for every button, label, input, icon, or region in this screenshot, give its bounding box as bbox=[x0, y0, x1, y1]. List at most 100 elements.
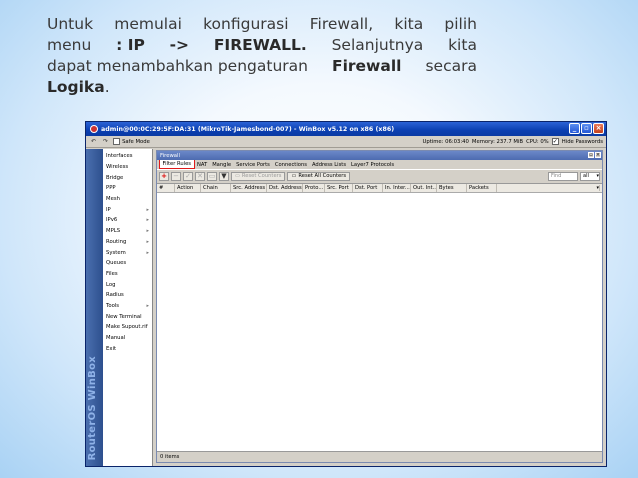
item-count: 0 items bbox=[160, 454, 180, 460]
word: Selanjutnya bbox=[331, 36, 424, 54]
uptime: Uptime: 06:03:40 bbox=[422, 138, 469, 145]
text-line-4: Logika. bbox=[47, 77, 477, 98]
title-bar[interactable]: admin@00:0C:29:5F:DA:31 (MikroTik-Jamesb… bbox=[86, 122, 606, 136]
reset-counters-button[interactable]: ▭ Reset Counters bbox=[231, 171, 286, 181]
column-header[interactable]: In. Inter... bbox=[383, 184, 411, 192]
menu-label: IP bbox=[106, 206, 111, 213]
firewall-title: Firewall bbox=[160, 152, 180, 159]
minimize-button[interactable]: _ bbox=[569, 123, 580, 134]
find-input[interactable]: Find bbox=[548, 171, 578, 181]
submenu-arrow-icon: ▸ bbox=[146, 206, 149, 213]
window-body: RouterOS WinBox Interfaces Wireless Brid… bbox=[86, 149, 606, 466]
column-header[interactable]: Src. Address bbox=[231, 184, 267, 192]
filter-select-value: all bbox=[583, 173, 589, 179]
menu-label: Exit bbox=[106, 345, 117, 352]
bold-firewall: Firewall bbox=[332, 57, 402, 75]
reset-all-counters-button[interactable]: ▭ Reset All Counters bbox=[287, 171, 351, 181]
column-header[interactable]: Dst. Port bbox=[353, 184, 383, 192]
menu-item-make-supout[interactable]: Make Supout.rif bbox=[103, 322, 152, 333]
firewall-close-button[interactable]: × bbox=[595, 152, 601, 158]
status-area: Uptime: 06:03:40 Memory: 237.7 MiB CPU: … bbox=[422, 138, 603, 145]
redo-icon[interactable]: ↷ bbox=[101, 138, 110, 145]
menu-item-ipv6[interactable]: IPv6 ▸ bbox=[103, 215, 152, 226]
memory: Memory: 237.7 MiB bbox=[471, 138, 524, 145]
menu-item-wireless[interactable]: Wireless bbox=[103, 162, 152, 173]
menu-path-ip: : IP bbox=[116, 36, 145, 54]
maximize-button[interactable]: ▫ bbox=[581, 123, 592, 134]
column-header[interactable]: Chain bbox=[201, 184, 231, 192]
period: . bbox=[104, 78, 110, 96]
menu-item-bridge[interactable]: Bridge bbox=[103, 172, 152, 183]
tab-layer7-protocols[interactable]: Layer7 Protocols bbox=[349, 160, 397, 169]
menu-item-ppp[interactable]: PPP bbox=[103, 183, 152, 194]
reset-counters-label: Reset Counters bbox=[241, 173, 282, 179]
menu-item-manual[interactable]: Manual bbox=[103, 333, 152, 344]
menu-item-exit[interactable]: Exit bbox=[103, 343, 152, 354]
column-header[interactable]: Packets bbox=[467, 184, 497, 192]
tab-service-ports[interactable]: Service Ports bbox=[234, 160, 273, 169]
menu-item-routing[interactable]: Routing ▸ bbox=[103, 237, 152, 248]
filter-icon[interactable]: ▼ bbox=[219, 171, 229, 181]
menu-item-new-terminal[interactable]: New Terminal bbox=[103, 311, 152, 322]
column-header[interactable]: # bbox=[157, 184, 175, 192]
menu-path-firewall: FIREWALL. bbox=[213, 36, 307, 54]
tab-connections[interactable]: Connections bbox=[272, 160, 309, 169]
comment-button[interactable]: ▭ bbox=[207, 171, 217, 181]
menu-item-system[interactable]: System ▸ bbox=[103, 247, 152, 258]
menu-label: Manual bbox=[106, 335, 126, 342]
slide-text: Untuk memulai konfigurasi Firewall, kita… bbox=[47, 14, 477, 98]
tab-nat[interactable]: NAT bbox=[195, 160, 210, 169]
submenu-arrow-icon: ▸ bbox=[146, 249, 149, 256]
menu-item-radius[interactable]: Radius bbox=[103, 290, 152, 301]
hide-passwords-label: Hide Passwords bbox=[561, 138, 603, 145]
text-line-1: Untuk memulai konfigurasi Firewall, kita… bbox=[47, 14, 477, 35]
submenu-arrow-icon: ▸ bbox=[146, 217, 149, 224]
columns-dropdown-icon[interactable]: ▾ bbox=[594, 185, 600, 191]
menu-label: Tools bbox=[106, 302, 120, 309]
tab-mangle[interactable]: Mangle bbox=[210, 160, 234, 169]
reset-counters-icon: ▭ bbox=[235, 173, 240, 179]
hide-passwords-checkbox[interactable]: ✓ bbox=[551, 138, 559, 145]
column-header[interactable]: Bytes bbox=[437, 184, 467, 192]
column-header[interactable]: Action bbox=[175, 184, 201, 192]
menu-item-mesh[interactable]: Mesh bbox=[103, 194, 152, 205]
sidebar-strip: RouterOS WinBox bbox=[86, 149, 103, 466]
cpu: CPU: 0% bbox=[526, 138, 549, 145]
window-controls: _ ▫ × bbox=[569, 123, 604, 134]
safe-mode-checkbox[interactable] bbox=[113, 138, 121, 145]
menu-item-mpls[interactable]: MPLS ▸ bbox=[103, 226, 152, 237]
column-header[interactable]: Dst. Address bbox=[267, 184, 303, 192]
enable-rule-button[interactable]: ✓ bbox=[183, 171, 193, 181]
menu-label: Routing bbox=[106, 238, 127, 245]
menu-item-log[interactable]: Log bbox=[103, 279, 152, 290]
menu-item-queues[interactable]: Queues bbox=[103, 258, 152, 269]
column-header[interactable]: Src. Port bbox=[325, 184, 353, 192]
menu-label: Mesh bbox=[106, 196, 120, 203]
text-line-2: menu : IP -> FIREWALL. Selanjutnya kita bbox=[47, 35, 477, 56]
menu-item-tools[interactable]: Tools ▸ bbox=[103, 301, 152, 312]
reset-all-counters-label: Reset All Counters bbox=[298, 173, 347, 179]
firewall-title-bar[interactable]: Firewall ▫ × bbox=[157, 151, 602, 160]
bold-logika: Logika bbox=[47, 78, 105, 96]
tab-filter-rules[interactable]: Filter Rules bbox=[159, 159, 195, 169]
chevron-down-icon: ▾ bbox=[596, 173, 599, 179]
menu-item-ip[interactable]: IP ▸ bbox=[103, 204, 152, 215]
firewall-window: Firewall ▫ × Filter Rules NAT Mangle Ser… bbox=[156, 150, 603, 463]
firewall-restore-button[interactable]: ▫ bbox=[588, 152, 594, 158]
undo-icon[interactable]: ↶ bbox=[89, 138, 98, 145]
column-header[interactable]: Out. Int... bbox=[411, 184, 437, 192]
menu-label: Queues bbox=[106, 260, 127, 267]
safe-mode-button[interactable]: Safe Mode bbox=[113, 138, 150, 145]
submenu-arrow-icon: ▸ bbox=[146, 238, 149, 245]
tab-address-lists[interactable]: Address Lists bbox=[309, 160, 348, 169]
add-rule-button[interactable]: + bbox=[159, 171, 169, 181]
menu-item-files[interactable]: Files bbox=[103, 269, 152, 280]
close-button[interactable]: × bbox=[593, 123, 604, 134]
disable-rule-button[interactable]: ✕ bbox=[195, 171, 205, 181]
menu-item-interfaces[interactable]: Interfaces bbox=[103, 151, 152, 162]
remove-rule-button[interactable]: − bbox=[171, 171, 181, 181]
firewall-window-controls: ▫ × bbox=[588, 152, 601, 158]
filter-select[interactable]: all ▾ bbox=[580, 171, 600, 181]
column-header[interactable]: Proto... bbox=[303, 184, 325, 192]
menu-label: Files bbox=[106, 270, 118, 277]
